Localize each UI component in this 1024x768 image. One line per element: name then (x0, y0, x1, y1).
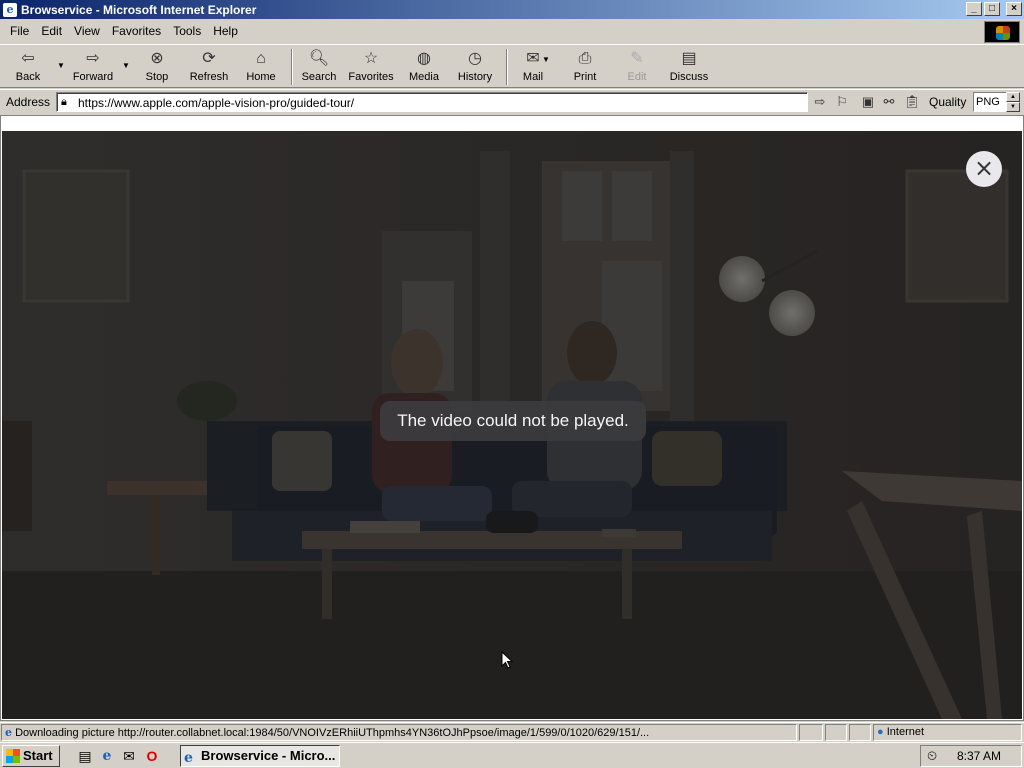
address-bar: Address 🔒︎ https://www.apple.com/apple-v… (0, 89, 1024, 113)
window-title: Browservice - Microsoft Internet Explore… (21, 2, 257, 17)
ie-quicklaunch-icon[interactable]: e (98, 747, 116, 765)
media-icon: ◍ (417, 50, 431, 67)
close-video-button[interactable]: × (966, 151, 1002, 187)
standard-toolbar: ⇦ Back ▼ ⇨ Forward ▼ ⊗ Stop ⟳ Refresh ⌂ … (0, 44, 1024, 88)
discuss-button[interactable]: ▤ Discuss (668, 49, 710, 87)
quality-spinner[interactable]: ▲ ▼ (1006, 92, 1020, 112)
taskbar: Start ▤ e ✉ O e Browservice - Micro... ⏲… (0, 742, 1024, 768)
windows-logo-throbber (984, 21, 1020, 43)
spin-up-icon[interactable]: ▲ (1006, 92, 1020, 102)
ie-task-icon: e (184, 750, 193, 766)
forward-button[interactable]: ⇨ Forward (70, 49, 116, 87)
status-text: Downloading picture http://router.collab… (15, 727, 650, 739)
start-button[interactable]: Start (2, 745, 60, 767)
status-panel (849, 724, 871, 741)
favorites-folder-icon: ☆ (363, 50, 379, 67)
security-zone-label: Internet (886, 726, 925, 738)
windows-logo-icon (996, 26, 1010, 40)
print-button[interactable]: ⎙ Print (568, 49, 602, 87)
stop-button[interactable]: ⊗ Stop (140, 49, 174, 87)
toolbar-separator (291, 49, 293, 85)
globe-icon: ● (877, 726, 884, 738)
close-window-button[interactable]: × (1006, 2, 1022, 16)
opera-icon[interactable]: O (143, 747, 161, 765)
menu-view[interactable]: View (68, 24, 106, 38)
favorites-button[interactable]: ☆ Favorites (346, 49, 396, 87)
edit-button: ✎ Edit (627, 50, 647, 83)
video-stage[interactable]: × The video could not be played. (2, 131, 1022, 719)
taskbar-ie-window[interactable]: e Browservice - Micro... (180, 745, 340, 767)
page-icon[interactable]: ▣ (859, 94, 877, 110)
outlook-express-icon[interactable]: ✉ (120, 747, 138, 765)
history-button[interactable]: ◷ History (455, 49, 495, 87)
maximize-button[interactable]: □ (984, 2, 1000, 16)
menu-favorites[interactable]: Favorites (106, 24, 167, 38)
address-url[interactable]: https://www.apple.com/apple-vision-pro/g… (78, 96, 354, 110)
scheduler-tray-icon[interactable]: ⏲ (927, 748, 937, 764)
status-panel (799, 724, 823, 741)
search-button[interactable]: 🔍︎ Search (300, 49, 338, 87)
refresh-button[interactable]: ⟳ Refresh (188, 49, 230, 87)
windows-flag-icon (6, 749, 20, 763)
edit-icon: ✎ (630, 50, 644, 67)
address-input[interactable]: 🔒︎ https://www.apple.com/apple-vision-pr… (56, 92, 808, 112)
toolbar-separator (506, 49, 508, 85)
home-button[interactable]: ⌂ Home (243, 49, 279, 87)
video-error-message: The video could not be played. (380, 401, 646, 441)
system-tray: ⏲ 8:37 AM (920, 745, 1022, 767)
back-arrow-icon: ⇦ (21, 50, 35, 67)
menu-edit[interactable]: Edit (35, 24, 68, 38)
status-panel (825, 724, 847, 741)
discuss-icon: ▤ (681, 50, 697, 67)
home-icon: ⌂ (256, 50, 266, 67)
search-icon: 🔍︎ (308, 50, 330, 67)
clipboard-icon[interactable]: 📋︎ (903, 94, 921, 110)
forward-arrow-icon: ⇨ (86, 50, 100, 67)
clock[interactable]: 8:37 AM (957, 749, 1001, 763)
go-arrow-icon[interactable]: ⇨ (811, 94, 829, 110)
printer-icon: ⎙ (578, 50, 592, 67)
stop-icon: ⊗ (150, 50, 164, 67)
security-zone-panel: ● Internet (873, 724, 1022, 741)
menu-help[interactable]: Help (207, 24, 244, 38)
refresh-icon: ⟳ (202, 50, 216, 67)
media-button[interactable]: ◍ Media (406, 49, 442, 87)
mail-icon: ✉ (526, 50, 540, 67)
bookmark-icon[interactable]: ⚐ (833, 94, 851, 110)
quality-label: Quality (929, 95, 967, 109)
address-label: Address (6, 95, 51, 109)
quality-select[interactable]: PNG (973, 92, 1007, 112)
find-binoculars-icon[interactable]: ⚯ (880, 94, 898, 110)
ie-page-icon: e (5, 726, 12, 739)
status-text-panel: e Downloading picture http://router.coll… (1, 724, 797, 741)
spin-down-icon[interactable]: ▼ (1006, 102, 1020, 112)
mouse-cursor-icon (501, 650, 514, 672)
ie-app-icon: e (3, 2, 17, 17)
show-desktop-icon[interactable]: ▤ (76, 747, 94, 765)
lock-icon: 🔒︎ (61, 96, 67, 108)
menu-bar: File Edit View Favorites Tools Help (0, 21, 1024, 41)
status-bar: e Downloading picture http://router.coll… (0, 722, 1024, 742)
page-content: × The video could not be played. (0, 115, 1024, 721)
title-bar: e Browservice - Microsoft Internet Explo… (0, 0, 1024, 19)
mail-dropdown-icon[interactable]: ▼ (542, 55, 550, 64)
menu-tools[interactable]: Tools (167, 24, 207, 38)
back-dropdown-icon[interactable]: ▼ (57, 61, 65, 70)
history-icon: ◷ (468, 50, 482, 67)
back-button[interactable]: ⇦ Back (8, 49, 48, 87)
forward-dropdown-icon[interactable]: ▼ (122, 61, 130, 70)
menu-file[interactable]: File (4, 24, 35, 38)
minimize-button[interactable]: _ (966, 2, 982, 16)
